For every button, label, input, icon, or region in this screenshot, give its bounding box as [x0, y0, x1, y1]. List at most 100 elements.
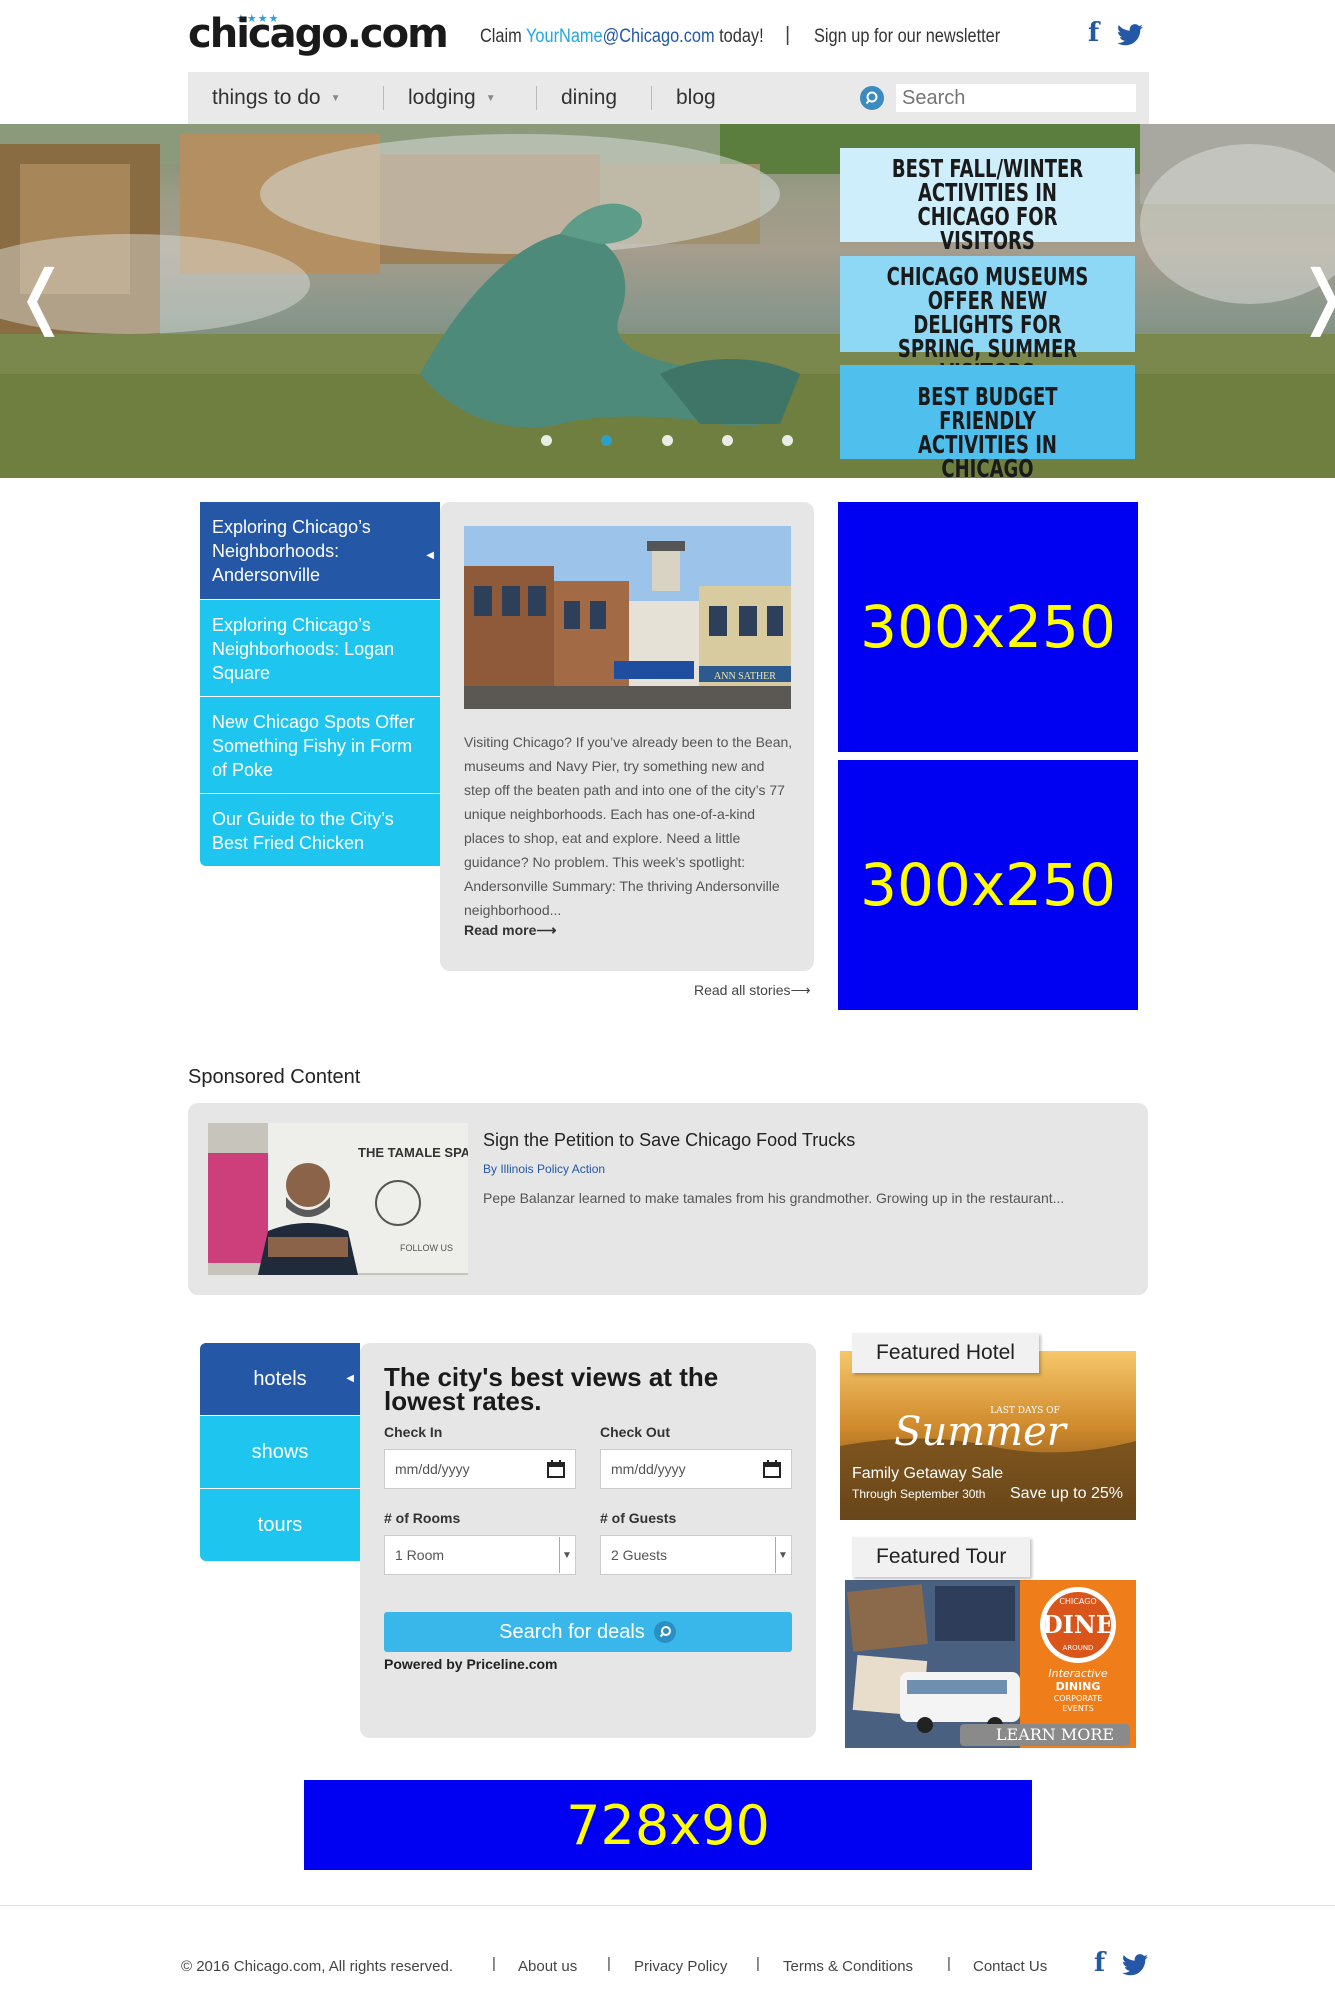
nav-lodging[interactable]: lodging ▼ [408, 86, 496, 110]
read-more-link[interactable]: Read more⟶ [464, 922, 556, 939]
story-tab-logan-square[interactable]: Exploring Chicago’s Neighborhoods: Logan… [200, 600, 440, 696]
sponsored-headline[interactable]: Sign the Petition to Save Chicago Food T… [483, 1130, 855, 1151]
andersonville-image[interactable]: ANN SATHER [464, 526, 791, 709]
carousel-dot[interactable] [662, 435, 673, 446]
story-excerpt: Visiting Chicago? If you’ve already been… [464, 734, 793, 918]
footer-copyright: © 2016 Chicago.com, All rights reserved. [181, 1958, 454, 1975]
rooms-label: # of Rooms [384, 1510, 461, 1526]
search-input[interactable] [896, 84, 1136, 112]
footer-about-link[interactable]: About us [518, 1958, 577, 1975]
footer-divider [0, 1905, 1335, 1906]
tab-hotels[interactable]: hotels ◀ [200, 1343, 360, 1415]
storefront-sign: ANN SATHER [714, 671, 776, 682]
ad-300x250-top[interactable]: 300x250 [838, 502, 1138, 752]
booking-headline: The city's best views at the lowest rate… [384, 1362, 719, 1416]
check-out-placeholder: mm/dd/yyyy [611, 1461, 686, 1477]
check-in-placeholder: mm/dd/yyyy [395, 1461, 470, 1477]
tab-shows[interactable]: shows [200, 1416, 360, 1488]
dine-badge-main: DINE [1042, 1610, 1114, 1639]
nav-divider [383, 86, 384, 110]
carousel-dot-active[interactable] [601, 435, 612, 446]
chevron-down-icon: ▼ [559, 1537, 574, 1573]
caret-left-icon: ◀ [426, 550, 434, 561]
nav-divider [651, 86, 652, 110]
tour-ad-line2: DINING [1056, 1680, 1101, 1693]
footer-separator: | [756, 1955, 760, 1972]
carousel-dot[interactable] [782, 435, 793, 446]
sponsored-excerpt: Pepe Balanzar learned to make tamales fr… [483, 1190, 1065, 1206]
tab-tours[interactable]: tours [200, 1489, 360, 1561]
search-deals-button[interactable]: Search for deals [384, 1612, 792, 1652]
hotel-ad-script: Summer [894, 1409, 1069, 1455]
food-truck-image[interactable]: THE TAMALE SPACESHIP FOLLOW US [208, 1123, 468, 1275]
hero-card-1[interactable]: Best Fall/Winter Activities in Chicago f… [840, 148, 1135, 253]
check-in-label: Check In [384, 1424, 443, 1440]
tour-ad-line1: Interactive [1048, 1667, 1107, 1680]
twitter-icon[interactable] [1117, 24, 1143, 51]
nav-dining[interactable]: dining [561, 86, 617, 110]
featured-tour-label: Featured Tour [852, 1537, 1031, 1577]
carousel-next-arrow[interactable]: ❭ [1294, 255, 1335, 337]
claim-email-name: YourName [526, 26, 603, 47]
rooms-value: 1 Room [395, 1547, 445, 1563]
footer-contact-link[interactable]: Contact Us [973, 1958, 1047, 1975]
hotel-ad-line2: Through September 30th [852, 1487, 985, 1501]
dine-badge-bottom: AROUND [1063, 1644, 1094, 1652]
twitter-icon[interactable] [1122, 1954, 1148, 1981]
hotel-ad-line1: Family Getaway Sale [852, 1465, 1003, 1482]
story-tab-fried-chicken[interactable]: Our Guide to the City’s Best Fried Chick… [200, 794, 440, 866]
chevron-down-icon: ▼ [330, 92, 341, 104]
footer-terms-link[interactable]: Terms & Conditions [783, 1958, 913, 1975]
claim-email-promo[interactable]: Claim YourName@Chicago.com today! [480, 26, 764, 48]
footer-separator: | [947, 1955, 951, 1972]
header-separator: | [785, 24, 791, 46]
sponsored-byline[interactable]: By Illinois Policy Action [483, 1162, 605, 1176]
story-tab-poke[interactable]: New Chicago Spots Offer Something Fishy … [200, 697, 440, 793]
calendar-icon[interactable] [763, 1460, 781, 1478]
facebook-icon[interactable]: f [1094, 1948, 1105, 1978]
footer-separator: | [492, 1955, 496, 1972]
ad-728x90[interactable]: 728x90 [304, 1780, 1032, 1870]
tour-ad-line4: EVENTS [1062, 1704, 1094, 1713]
hotel-ad-offer: Save up to 25% [1010, 1485, 1123, 1502]
sponsored-section-title: Sponsored Content [188, 1066, 361, 1088]
ad-300x250-bottom[interactable]: 300x250 [838, 760, 1138, 1010]
rooms-select[interactable]: 1 Room ▼ [384, 1535, 576, 1575]
chevron-down-icon: ▼ [485, 92, 496, 104]
featured-hotel-ad[interactable]: LAST DAYS OF Summer Family Getaway Sale … [840, 1351, 1136, 1520]
nav-things-to-do[interactable]: things to do ▼ [212, 86, 341, 110]
search-button[interactable] [860, 86, 884, 110]
newsletter-link[interactable]: Sign up for our newsletter [814, 26, 1000, 48]
search-icon [865, 91, 878, 105]
truck-follow: FOLLOW US [400, 1243, 453, 1253]
facebook-icon[interactable]: f [1088, 18, 1099, 48]
hero-card-3[interactable]: Best Budget Friendly Activities in Chica… [840, 365, 1135, 481]
carousel-prev-arrow[interactable]: ❬ [12, 255, 71, 337]
carousel-dot[interactable] [541, 435, 552, 446]
calendar-icon[interactable] [547, 1460, 565, 1478]
nav-blog[interactable]: blog [676, 86, 716, 110]
check-out-field[interactable]: mm/dd/yyyy [600, 1449, 792, 1489]
chevron-down-icon: ▼ [775, 1537, 790, 1573]
guests-value: 2 Guests [611, 1547, 668, 1563]
search-icon [653, 1621, 676, 1643]
hero-card-2[interactable]: Chicago Museums Offer New Delights for S… [840, 256, 1135, 385]
caret-left-icon: ◀ [346, 1373, 354, 1384]
footer-separator: | [607, 1955, 611, 1972]
claim-suffix: today! [714, 26, 764, 47]
read-all-stories-link[interactable]: Read all stories⟶ [694, 982, 811, 999]
guests-label: # of Guests [600, 1510, 677, 1526]
powered-by-text: Powered by Priceline.com [384, 1656, 558, 1672]
footer-privacy-link[interactable]: Privacy Policy [634, 1958, 727, 1975]
featured-hotel-label: Featured Hotel [852, 1333, 1039, 1373]
carousel-dot[interactable] [722, 435, 733, 446]
story-tab-andersonville[interactable]: Exploring Chicago’s Neighborhoods: Ander… [200, 502, 440, 599]
tour-ad-line3: CORPORATE [1054, 1694, 1103, 1703]
check-in-field[interactable]: mm/dd/yyyy [384, 1449, 576, 1489]
claim-prefix: Claim [480, 26, 527, 47]
dine-badge-top: CHICAGO [1059, 1597, 1096, 1606]
guests-select[interactable]: 2 Guests ▼ [600, 1535, 792, 1575]
site-logo[interactable]: chicago.com [188, 12, 449, 56]
featured-tour-ad[interactable]: CHICAGO DINE AROUND Interactive DINING C… [845, 1580, 1136, 1748]
nav-divider [536, 86, 537, 110]
